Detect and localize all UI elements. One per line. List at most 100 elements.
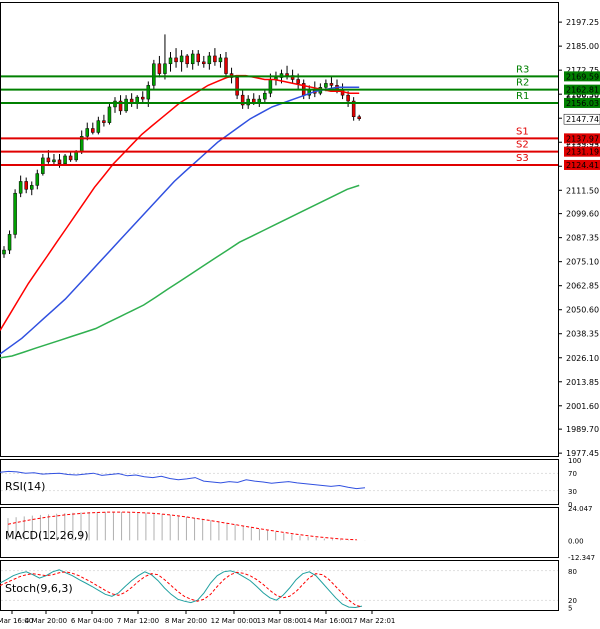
stoch-tick-label: 80 — [568, 568, 577, 576]
candle-body — [52, 159, 56, 163]
candle-body — [74, 151, 78, 161]
r3-price-text: 2169.59 — [566, 72, 599, 81]
candle-body — [7, 234, 12, 251]
rsi-line — [0, 470, 366, 490]
candle-body — [91, 128, 95, 133]
current-price-text: 2147.74 — [566, 115, 599, 124]
stoch-title: Stoch(9,6,3) — [5, 582, 73, 595]
main-panel-frame — [0, 2, 559, 457]
stoch-panel-frame — [0, 560, 559, 611]
candle-body — [185, 55, 189, 65]
s3-price-text: 2124.41 — [566, 161, 599, 170]
candle-body — [30, 185, 34, 190]
y-tick-label: 2026.10 — [566, 354, 599, 363]
candle-body — [96, 120, 101, 133]
stoch-panel: 80205 — [0, 568, 577, 613]
candle-body — [35, 173, 40, 186]
candle-body — [107, 106, 112, 123]
candle-body — [179, 55, 184, 63]
macd-tick-label: -12.347 — [568, 554, 595, 562]
macd-tick-label: 24.047 — [568, 505, 593, 513]
y-tick-label: 2197.25 — [566, 18, 599, 27]
candle-body — [163, 63, 167, 74]
rsi-tick-label: 100 — [568, 457, 581, 465]
s2-price-text: 2131.19 — [566, 148, 599, 157]
main-price-panel: 2197.252185.002172.752160.502148.252136.… — [0, 18, 600, 458]
y-tick-label: 2099.60 — [566, 210, 599, 219]
macd-title: MACD(12,26,9) — [5, 529, 89, 542]
trading-chart: 2197.252185.002172.752160.502148.252136.… — [0, 0, 600, 629]
y-tick-label: 2087.35 — [566, 234, 599, 243]
candle-body — [324, 83, 328, 88]
y-tick-label: 2111.50 — [566, 186, 599, 195]
y-tick-label: 2001.60 — [566, 402, 599, 411]
ma-mid-line — [0, 86, 360, 355]
r3-label: R3 — [516, 64, 529, 75]
y-tick-label: 2062.85 — [566, 282, 599, 291]
candle-body — [113, 100, 117, 108]
x-tick-label: 13 Mar 08:00 — [257, 617, 304, 625]
candle-body — [174, 57, 178, 63]
candle-body — [218, 57, 223, 63]
candle-body — [196, 53, 200, 63]
candle-body — [13, 192, 17, 235]
candle-body — [57, 159, 62, 165]
y-tick-label: 2075.10 — [566, 258, 599, 267]
x-tick-label: 8 Mar 20:00 — [165, 617, 207, 625]
y-tick-label: 2185.00 — [566, 42, 599, 51]
candle-body — [152, 63, 156, 86]
candle-body — [296, 79, 300, 84]
candle-body — [224, 57, 228, 74]
y-tick-label: 2050.60 — [566, 306, 599, 315]
rsi-panel: 10070300 — [0, 457, 581, 509]
candle-body — [63, 155, 67, 165]
candle-body — [190, 53, 195, 65]
candle-body — [18, 181, 23, 194]
s2-label: S2 — [516, 140, 529, 151]
candle-body — [146, 85, 151, 100]
y-tick-label: 2013.85 — [566, 378, 599, 387]
x-tick-label: 14 Mar 16:00 — [303, 617, 350, 625]
macd-tick-label: 0.00 — [568, 537, 584, 545]
candle-body — [68, 155, 73, 161]
candle-body — [235, 77, 239, 96]
candle-body — [213, 55, 217, 63]
candle-body — [329, 83, 334, 86]
rsi-tick-label: 70 — [568, 470, 577, 478]
candle-body — [202, 61, 206, 65]
candle-body — [285, 73, 289, 76]
candle-body — [2, 249, 6, 255]
s1-price-text: 2137.97 — [566, 134, 599, 143]
ma-fast-line — [0, 74, 360, 331]
rsi-tick-label: 30 — [568, 488, 577, 496]
candle-body — [268, 79, 273, 94]
r1-label: R1 — [516, 91, 529, 102]
ma-slow-line — [0, 184, 360, 359]
x-tick-label: 7 Mar 12:00 — [117, 617, 159, 625]
x-tick-label: 4 Mar 20:00 — [25, 617, 67, 625]
r1-price-text: 2156.03 — [566, 99, 599, 108]
s3-label: S3 — [516, 153, 529, 164]
candle-body — [357, 116, 361, 119]
r2-label: R2 — [516, 78, 529, 89]
s1-label: S1 — [516, 126, 529, 137]
candle-body — [102, 120, 106, 123]
candle-body — [24, 181, 28, 190]
candle-body — [141, 96, 145, 100]
candle-body — [157, 63, 162, 74]
candle-body — [85, 128, 89, 137]
time-axis: 5 Mar 16:004 Mar 20:006 Mar 04:007 Mar 1… — [0, 610, 395, 625]
y-tick-label: 1989.70 — [566, 425, 599, 434]
candle-body — [346, 94, 350, 102]
candle-body — [168, 57, 173, 65]
candle-body — [263, 92, 267, 100]
x-tick-label: 12 Mar 00:00 — [211, 617, 258, 625]
x-tick-label: 6 Mar 04:00 — [71, 617, 113, 625]
r2-price-text: 2162.81 — [566, 86, 599, 95]
x-tick-label: 17 Mar 22:01 — [349, 617, 396, 625]
candle-body — [207, 55, 212, 65]
candle-body — [46, 157, 51, 163]
y-tick-label: 2038.35 — [566, 330, 599, 339]
stoch-tick-label: 5 — [568, 605, 572, 613]
rsi-title: RSI(14) — [5, 480, 45, 493]
